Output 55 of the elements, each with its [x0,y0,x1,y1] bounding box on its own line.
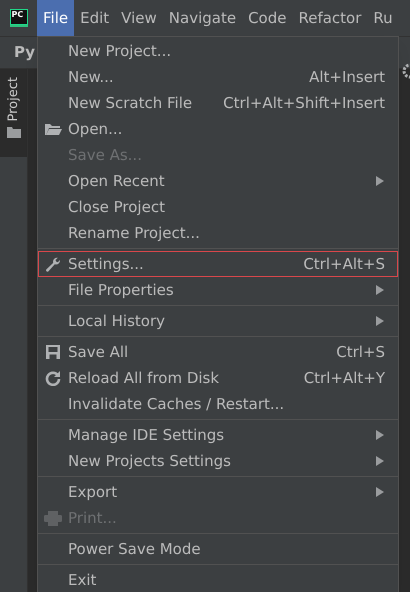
menu-item[interactable]: New Projects Settings [38,448,398,474]
menu-item[interactable]: Reload All from Disk Ctrl+Alt+Y [38,365,398,391]
menu-item-label: Open... [68,118,124,140]
menu-item-label: New Project... [68,40,172,62]
menu-item[interactable]: Settings... Ctrl+Alt+S [38,251,398,277]
shortcut-label: Alt+Insert [309,66,385,88]
menu-item[interactable]: Close Project [38,194,398,220]
shortcut-label: Ctrl+Alt+Y [304,368,385,389]
tool-window-tab[interactable]: Project [0,69,27,157]
menu-item-label: Export [68,482,118,503]
menu-item[interactable]: Open... [38,116,398,142]
menu-item-label: Save All [68,342,130,363]
app-logo: PC [10,9,28,27]
shortcut-label: Ctrl+S [336,342,385,363]
panel-title: Py [14,42,36,64]
menu-item[interactable]: New Project... [38,38,398,64]
folder-icon [6,127,20,138]
menu-item[interactable]: Exit [38,567,398,592]
menu-bar-item[interactable]: Edit [74,0,116,36]
reload-icon [45,370,61,386]
menu-item-label: Rename Project... [68,222,201,244]
menu-bar-item[interactable]: View [115,0,163,36]
menu-item-label: Exit [68,570,98,591]
menu-item-label: New Scratch File [68,92,194,114]
menu-item-label: Invalidate Caches / Restart... [68,394,286,415]
shortcut-label: Ctrl+Alt+S [303,254,385,275]
menu-item[interactable]: Power Save Mode [38,536,398,562]
menu-item[interactable]: Manage IDE Settings [38,422,398,448]
menu-item-label: Reload All from Disk [68,368,220,389]
menu-bar-item[interactable]: Code [242,0,292,36]
menu-item-label: Close Project [68,196,166,218]
menu-item-label: New... [68,66,115,88]
menu-item-label: Manage IDE Settings [68,424,226,446]
shortcut-label: Ctrl+Alt+Shift+Insert [223,92,385,114]
menu-bar-item[interactable]: Refactor [292,0,368,36]
menu-bar-item[interactable]: Navigate [162,0,242,36]
wrench-icon [44,256,62,272]
menu-item[interactable]: Open Recent [38,168,398,194]
menu-item-label: New Projects Settings [68,450,232,472]
menu-item[interactable]: Invalidate Caches / Restart... [38,391,398,417]
folder-icon [44,122,62,136]
menu-item-label: Power Save Mode [68,538,202,560]
menu-item-label: Local History [68,310,166,332]
menu-bar-item[interactable]: File [37,0,74,36]
menu-item[interactable]: New Scratch File Ctrl+Alt+Shift+Insert [38,90,398,116]
menu-bar-item[interactable]: Ru [367,0,399,36]
menu-item[interactable]: New... Alt+Insert [38,64,398,90]
menu-item[interactable]: Save All Ctrl+S [38,339,398,365]
menu-item[interactable]: Rename Project... [38,220,398,246]
menu-item-label: Settings... [68,254,145,275]
menu-item[interactable]: Local History [38,308,398,334]
menu-item-label: Open Recent [68,170,166,192]
menu-item[interactable]: Export [38,479,398,505]
menu-item[interactable]: File Properties [38,277,398,303]
menu-item-label: File Properties [68,280,175,301]
